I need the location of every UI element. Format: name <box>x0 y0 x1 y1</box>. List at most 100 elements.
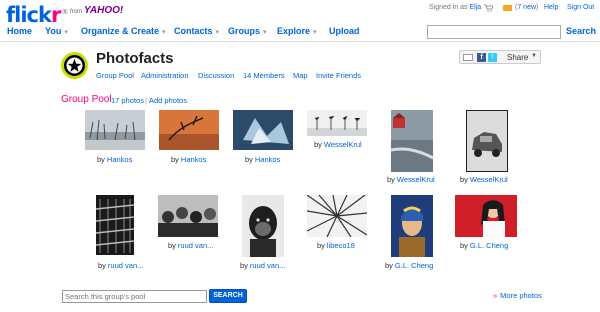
photo-caption: by Hankos <box>171 155 206 164</box>
new-messages[interactable]: (7 new) <box>515 4 538 11</box>
add-photos-link[interactable]: Add photos <box>149 96 187 105</box>
nav-contacts-label: Contacts <box>174 26 213 36</box>
author-link[interactable]: WesselKrul <box>397 175 435 184</box>
nav-organize-label: Organize & Create <box>81 26 160 36</box>
nav-upload-label: Upload <box>329 26 360 36</box>
reeds-water-image <box>85 110 145 150</box>
user-link[interactable]: Elja <box>469 4 481 11</box>
photo-caption: by Hankos <box>245 155 280 164</box>
invite-friends-link[interactable]: Invite Friends <box>316 71 361 80</box>
forest-up-image <box>307 195 367 237</box>
nav-organize[interactable]: Organize & Create ▾ <box>81 26 166 36</box>
crowd-image <box>158 195 218 237</box>
photo-thumbnail[interactable] <box>466 110 508 172</box>
shore-house-image <box>391 110 433 172</box>
mail-icon[interactable] <box>503 5 512 11</box>
author-link[interactable]: Hankos <box>255 155 280 164</box>
discussion-link[interactable]: Discussion <box>198 71 234 80</box>
photo-caption: by G.L. Cheng <box>460 241 508 250</box>
photo-caption: by Hankos <box>97 155 132 164</box>
nav-you[interactable]: You ▾ <box>45 26 68 36</box>
signed-in-prefix: Signed in as <box>429 4 468 11</box>
site-search-button[interactable]: Search <box>566 26 596 36</box>
signed-in-text: Signed in as Elja <box>429 4 481 11</box>
photo-thumbnail[interactable] <box>233 110 293 150</box>
nav-contacts[interactable]: Contacts ▾ <box>174 26 219 36</box>
photo-thumbnail[interactable] <box>159 110 219 150</box>
top-bar: flickr® from YAHOO! Signed in as Elja (7… <box>0 0 600 26</box>
caption-by: by <box>387 175 395 184</box>
nav-explore[interactable]: Explore ▾ <box>277 26 317 36</box>
group-avatar[interactable] <box>61 52 88 79</box>
group-title: Photofacts <box>96 50 174 67</box>
caption-by: by <box>171 155 179 164</box>
photo-thumbnail[interactable] <box>158 195 218 237</box>
sign-out-link[interactable]: Sign Out <box>567 4 594 11</box>
branch-orange-image <box>159 110 219 150</box>
caption-by: by <box>240 261 248 270</box>
photo-thumbnail[interactable] <box>391 110 433 172</box>
author-link[interactable]: ruud van... <box>178 241 213 250</box>
new-messages-count: 7 new <box>517 4 537 11</box>
facebook-icon[interactable]: f <box>477 53 486 62</box>
photo-caption: by WesselKrul <box>387 175 435 184</box>
members-link[interactable]: 14 Members <box>243 71 285 80</box>
email-icon[interactable] <box>463 54 473 61</box>
author-link[interactable]: WesselKrul <box>324 140 362 149</box>
stairs-image <box>96 195 134 255</box>
photo-caption: by ruud van... <box>240 261 285 270</box>
caption-by: by <box>460 241 468 250</box>
administration-link[interactable]: Administration <box>141 71 189 80</box>
author-link[interactable]: G.L. Cheng <box>395 261 433 270</box>
logo-registered: ® <box>61 8 68 16</box>
author-link[interactable]: G.L. Cheng <box>470 241 508 250</box>
map-link[interactable]: Map <box>293 71 308 80</box>
author-link[interactable]: Hankos <box>107 155 132 164</box>
help-link[interactable]: Help <box>544 4 558 11</box>
caption-by: by <box>314 140 322 149</box>
share-widget: f t Share ▼ <box>459 50 541 64</box>
photo-thumbnail[interactable] <box>242 195 284 257</box>
chimpanzee-image <box>242 195 284 257</box>
pool-search-button[interactable]: SEARCH <box>209 289 247 303</box>
nav-home[interactable]: Home <box>7 26 32 36</box>
pool-photo-count[interactable]: 17 photos <box>111 96 144 105</box>
photo-caption: by libeco18 <box>317 241 355 250</box>
photo-caption: by WesselKrul <box>314 140 362 149</box>
woman-red-image <box>455 195 517 237</box>
author-link[interactable]: WesselKrul <box>470 175 508 184</box>
nav-explore-label: Explore <box>277 26 311 36</box>
more-photos-label: More photos <box>500 291 542 300</box>
chevron-down-icon[interactable]: ▼ <box>531 53 537 59</box>
author-link[interactable]: libeco18 <box>327 241 355 250</box>
photo-thumbnail[interactable] <box>455 195 517 237</box>
author-link[interactable]: ruud van... <box>108 261 143 270</box>
caption-by: by <box>98 261 106 270</box>
photo-thumbnail[interactable] <box>307 110 367 136</box>
caption-by: by <box>168 241 176 250</box>
author-link[interactable]: Hankos <box>181 155 206 164</box>
photo-thumbnail[interactable] <box>391 195 433 257</box>
divider: | <box>145 96 147 105</box>
chevron-down-icon: ▾ <box>313 29 317 36</box>
pool-search-input[interactable] <box>62 290 207 303</box>
nav-upload[interactable]: Upload <box>329 26 360 36</box>
caption-by: by <box>245 155 253 164</box>
photo-caption: by ruud van... <box>168 241 213 250</box>
old-car-image <box>466 110 508 172</box>
more-photos-link[interactable]: » More photos <box>493 291 542 300</box>
cart-icon[interactable] <box>484 4 493 12</box>
chevron-down-icon: ▾ <box>162 29 166 36</box>
photo-thumbnail[interactable] <box>85 110 145 150</box>
twitter-icon[interactable]: t <box>488 53 497 62</box>
logo-tagline: from <box>70 9 82 15</box>
share-button[interactable]: Share <box>507 53 528 62</box>
photo-thumbnail[interactable] <box>96 195 134 255</box>
site-search-input[interactable] <box>427 25 561 39</box>
author-link[interactable]: ruud van... <box>250 261 285 270</box>
nav-groups[interactable]: Groups ▾ <box>228 26 267 36</box>
chevron-down-icon: ▾ <box>263 29 267 36</box>
group-pool-link[interactable]: Group Pool <box>96 71 134 80</box>
chevron-down-icon: ▾ <box>64 29 68 36</box>
photo-thumbnail[interactable] <box>307 195 367 237</box>
